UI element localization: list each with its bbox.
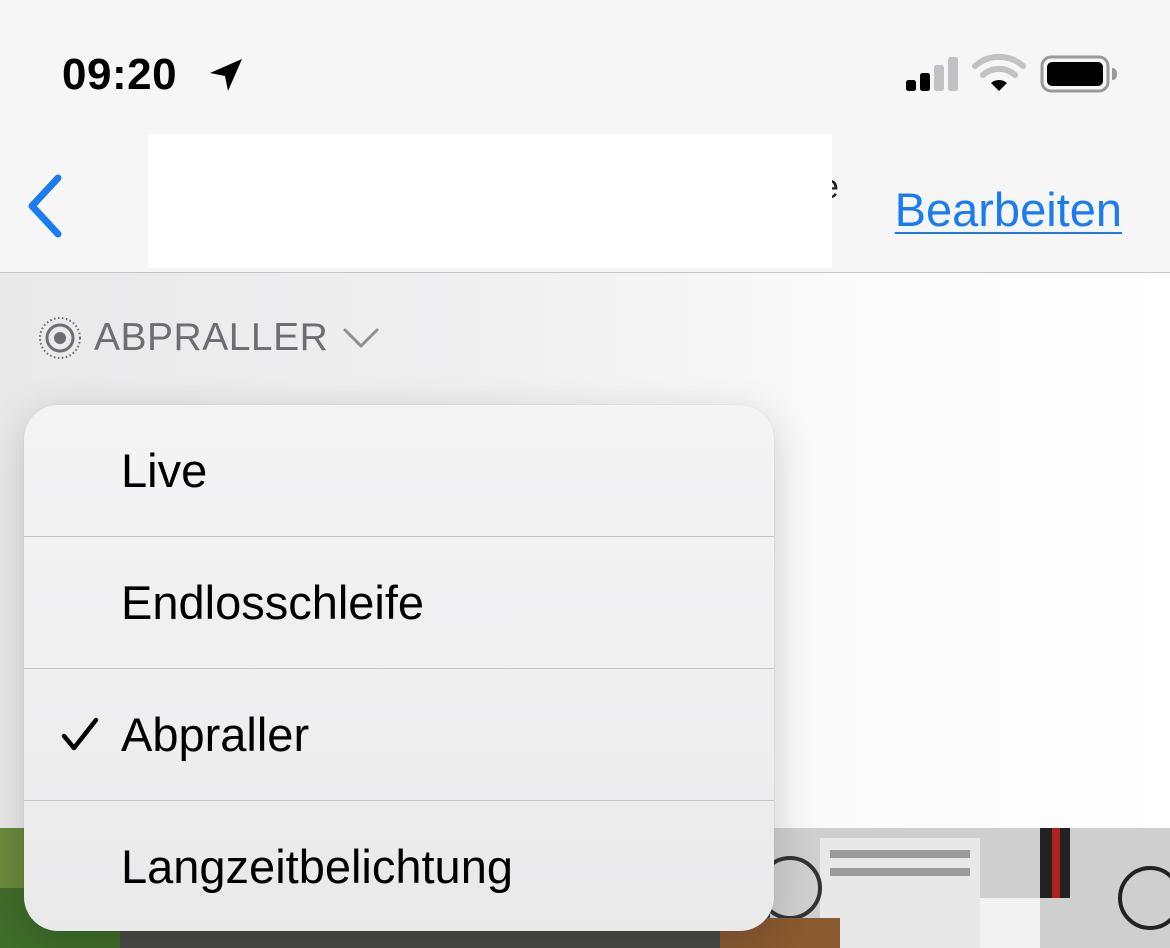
menu-item-label: Live [121, 444, 208, 497]
effect-menu: Live Endlosschleife Abpraller Langzeitbe… [24, 405, 774, 931]
top-bar: 09:20 e Bearbeiten [0, 0, 1170, 272]
menu-item-abpraller[interactable]: Abpraller [24, 669, 774, 801]
chevron-left-icon[interactable] [22, 172, 72, 242]
menu-item-live[interactable]: Live [24, 405, 774, 537]
effect-label: ABPRALLER [94, 316, 329, 359]
live-photo-icon [39, 317, 81, 359]
location-arrow-icon [210, 59, 242, 91]
nav-title-redaction [148, 134, 832, 268]
menu-item-label: Endlosschleife [121, 576, 425, 629]
menu-item-endlosschleife[interactable]: Endlosschleife [24, 537, 774, 669]
battery-icon [1040, 55, 1117, 93]
cellular-signal-icon [906, 57, 958, 91]
menu-item-label: Langzeitbelichtung [121, 840, 513, 893]
menu-item-langzeitbelichtung[interactable]: Langzeitbelichtung [24, 801, 774, 931]
edit-button[interactable]: Bearbeiten [895, 182, 1122, 237]
effect-selector[interactable]: ABPRALLER [36, 312, 380, 364]
menu-item-label: Abpraller [121, 708, 310, 761]
chevron-down-icon [343, 328, 379, 348]
checkmark-icon [61, 717, 99, 751]
status-time: 09:20 [62, 50, 178, 99]
wifi-icon [972, 53, 1026, 91]
